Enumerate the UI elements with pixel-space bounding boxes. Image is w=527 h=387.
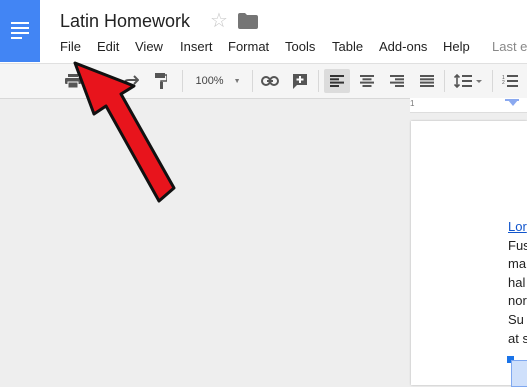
red-arrow-icon [73,61,176,203]
